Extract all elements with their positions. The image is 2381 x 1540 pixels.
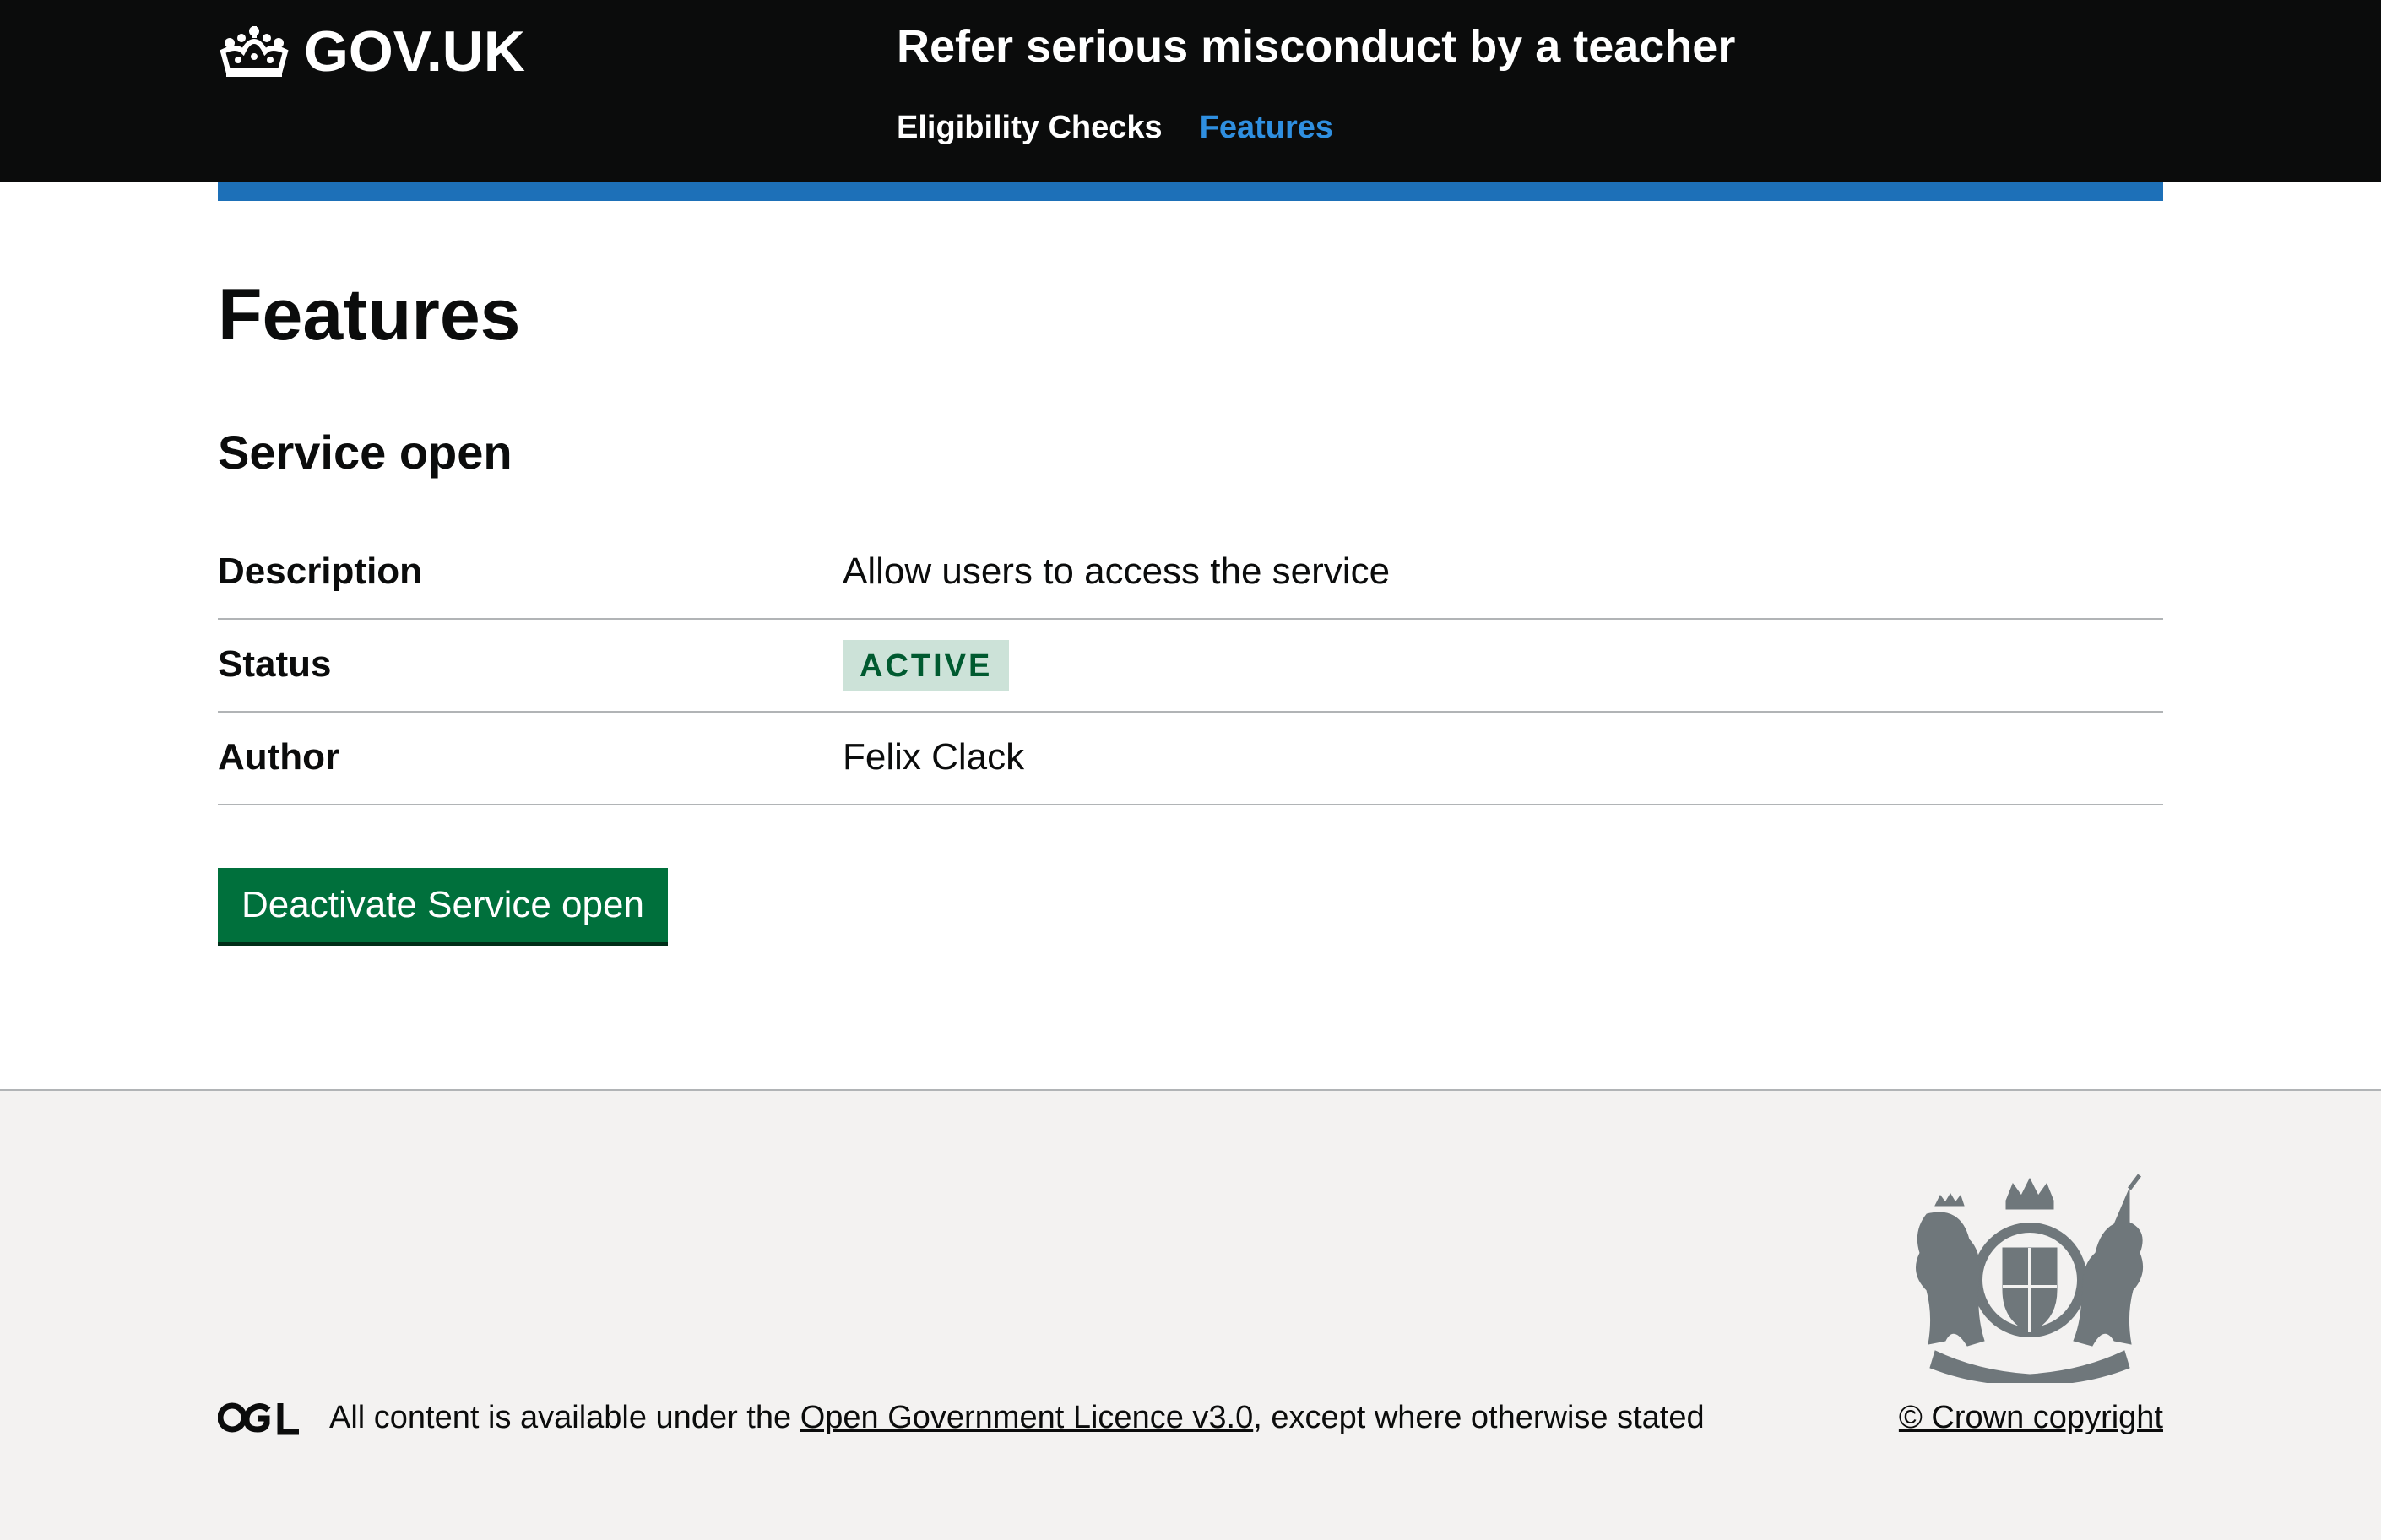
crown-icon <box>220 26 289 77</box>
summary-value: Felix Clack <box>843 736 1025 778</box>
site-header: GOV.UK Refer serious misconduct by a tea… <box>0 0 2381 182</box>
page-title: Features <box>218 274 521 355</box>
summary-key: Status <box>218 643 332 685</box>
logo-text: GOV.UK <box>304 19 526 84</box>
feature-title: Service open <box>218 426 513 479</box>
licence-prefix: All content is available under the <box>329 1400 800 1435</box>
summary-key: Author <box>218 736 340 778</box>
summary-row-description: Description Allow users to access the se… <box>218 527 2163 620</box>
crown-copyright-link[interactable]: © Crown copyright <box>1899 1400 2163 1436</box>
summary-key: Description <box>218 550 423 592</box>
feature-summary-list: Description Allow users to access the se… <box>218 527 2163 805</box>
status-badge: ACTIVE <box>843 640 1010 691</box>
nav-item-eligibility-checks[interactable]: Eligibility Checks <box>897 110 1163 146</box>
summary-row-status: Status ACTIVE <box>218 620 2163 713</box>
royal-coat-of-arms-icon <box>1916 1174 2144 1383</box>
open-government-licence-link[interactable]: Open Government Licence v3.0 <box>800 1400 1254 1435</box>
service-name-link[interactable]: Refer serious misconduct by a teacher <box>897 20 1735 73</box>
summary-value: Allow users to access the service <box>843 550 1391 592</box>
summary-row-author: Author Felix Clack <box>218 713 2163 805</box>
site-footer: All content is available under the Open … <box>0 1089 2381 1540</box>
nav-item-features[interactable]: Features <box>1200 110 1333 146</box>
header-blue-bar <box>218 182 2163 201</box>
licence-suffix: , except where otherwise stated <box>1253 1400 1705 1435</box>
deactivate-feature-button[interactable]: Deactivate Service open <box>218 868 668 942</box>
govuk-logo-link[interactable]: GOV.UK <box>218 19 525 84</box>
ogl-logo-icon <box>218 1402 299 1435</box>
header-navigation: Eligibility Checks Features <box>897 110 1333 146</box>
licence-text: All content is available under the Open … <box>329 1400 1705 1436</box>
